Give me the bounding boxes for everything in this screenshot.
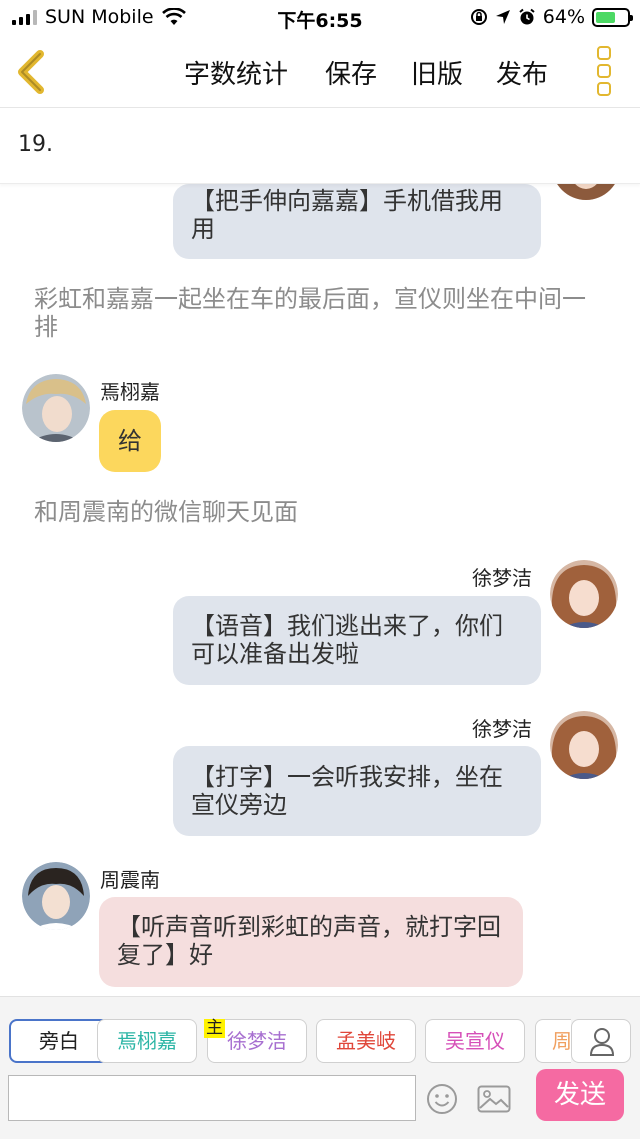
location-icon	[495, 10, 510, 24]
message-input[interactable]	[8, 1075, 416, 1121]
message-bubble: 【语音】我们逃出来了，你们可以准备出发啦	[173, 596, 541, 685]
battery-icon	[592, 7, 633, 27]
avatar	[550, 711, 618, 779]
word-count-button[interactable]: 字数统计	[184, 54, 288, 91]
narration-text: 和周震南的微信聊天见面	[34, 498, 298, 526]
speaker-name: 徐梦洁	[472, 566, 532, 590]
avatar	[550, 560, 618, 628]
chapter-title: 19.	[18, 132, 53, 157]
alarm-icon	[519, 8, 535, 25]
character-chip[interactable]: 孟美岐	[316, 1019, 416, 1063]
message-bubble: 【把手伸向嘉嘉】手机借我用用	[173, 184, 541, 259]
message-bubble: 【听声音听到彩虹的声音，就打字回复了】好	[99, 897, 523, 987]
character-chip[interactable]: 吴宣仪	[425, 1019, 525, 1063]
chevron-left-icon[interactable]	[14, 50, 50, 94]
message-bubble: 【打字】一会听我安排，坐在宣仪旁边	[173, 746, 541, 836]
speaker-name: 焉栩嘉	[100, 380, 160, 404]
message-bubble: 给	[99, 410, 161, 472]
more-vertical-icon[interactable]	[597, 46, 615, 100]
user-icon	[589, 1028, 615, 1056]
chapter-title-row[interactable]: 19.	[0, 108, 640, 184]
avatar	[22, 374, 90, 442]
compose-bar: 旁白 焉栩嘉 主 徐梦洁 孟美岐 吴宣仪 周 发送	[0, 996, 640, 1139]
old-version-button[interactable]: 旧版	[411, 54, 463, 91]
user-button[interactable]	[571, 1019, 631, 1063]
character-chip[interactable]: 焉栩嘉	[97, 1019, 197, 1063]
image-icon[interactable]	[477, 1085, 511, 1113]
send-button[interactable]: 发送	[536, 1069, 624, 1121]
speaker-name: 周震南	[100, 868, 160, 892]
chat-area[interactable]: 【把手伸向嘉嘉】手机借我用用 彩虹和嘉嘉一起坐在车的最后面，宣仪则坐在中间一排 …	[0, 184, 640, 996]
top-nav: 字数统计 保存 旧版 发布	[0, 36, 640, 108]
main-character-tag: 主	[204, 1018, 225, 1038]
character-chip[interactable]: 周	[535, 1019, 571, 1063]
status-bar: SUN Mobile 下午6:55 64%	[0, 0, 640, 36]
narration-text: 彩虹和嘉嘉一起坐在车的最后面，宣仪则坐在中间一排	[34, 285, 586, 341]
rotation-lock-icon	[470, 9, 487, 25]
speaker-name: 徐梦洁	[472, 717, 532, 741]
save-button[interactable]: 保存	[325, 54, 377, 91]
publish-button[interactable]: 发布	[496, 54, 548, 91]
avatar	[552, 184, 620, 200]
avatar	[22, 862, 90, 930]
battery-percent: 64%	[542, 6, 585, 28]
battery-level	[596, 11, 616, 23]
character-chip-narrator[interactable]: 旁白	[9, 1019, 109, 1063]
smile-icon[interactable]	[426, 1083, 458, 1115]
